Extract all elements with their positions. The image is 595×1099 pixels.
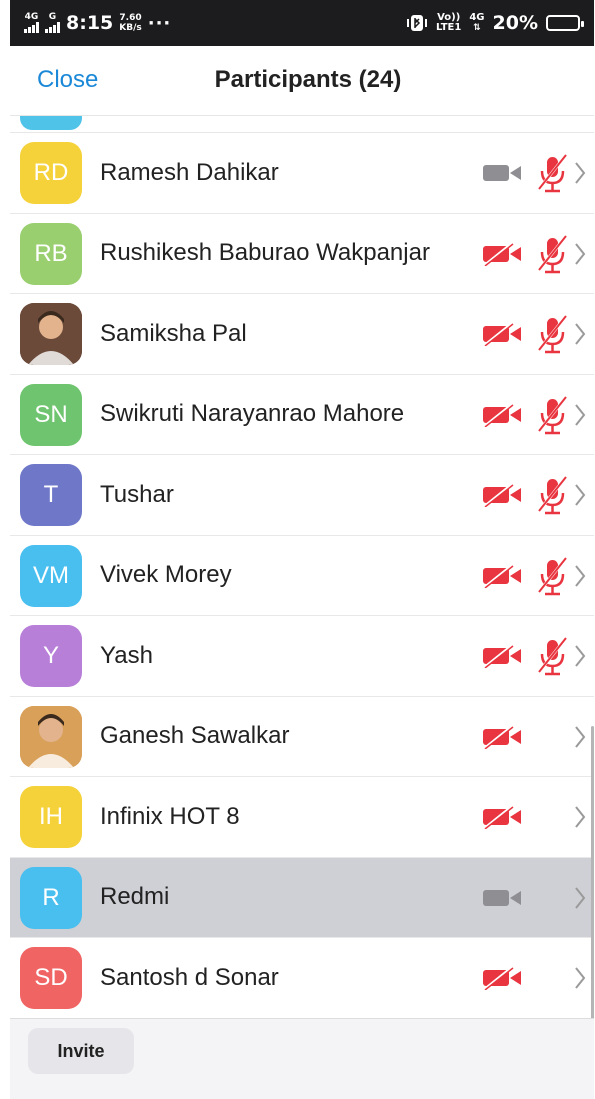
video-off-icon (482, 805, 522, 830)
participants-footer: Invite (10, 1018, 594, 1099)
avatar-initials: RB (34, 239, 68, 267)
participant-name: Swikruti Narayanrao Mahore (100, 400, 405, 428)
video-off-icon (482, 563, 522, 589)
avatar-initials: T (43, 481, 59, 508)
participant-row[interactable]: Y Yash (10, 616, 594, 697)
participant-row[interactable]: T Tushar (10, 455, 594, 536)
avatar-initials: SN (34, 400, 68, 428)
sim2-network-label: G (48, 12, 57, 22)
participant-row[interactable]: Samiksha Pal (10, 294, 594, 375)
avatar: RB (20, 222, 82, 285)
video-off-icon (482, 966, 522, 991)
signal-sim1-icon: 4G (24, 13, 39, 33)
avatar: T (20, 464, 82, 526)
list-item-partial[interactable] (10, 116, 594, 133)
avatar-initials: RD (33, 159, 69, 186)
participant-row[interactable]: RB Rushikesh Baburao Wakpanjar (10, 214, 594, 294)
video-off-icon (482, 644, 522, 669)
avatar-initials: R (42, 883, 60, 911)
network-speed: 7.60 KB/s (119, 13, 141, 33)
chevron-right-icon (573, 159, 587, 187)
participants-header: Close Participants (24) (10, 46, 594, 116)
scrollbar[interactable] (591, 726, 594, 1018)
participant-row[interactable]: RD Ramesh Dahikar (10, 133, 594, 214)
participant-row[interactable]: VM Vivek Morey (10, 536, 594, 616)
participant-name: Infinix HOT 8 (100, 802, 240, 830)
participant-row[interactable]: R Redmi (10, 857, 594, 938)
network-speed-value: 7.60 (119, 13, 142, 23)
avatar (20, 303, 82, 365)
mic-muted-icon (536, 314, 570, 354)
chevron-right-icon (573, 642, 587, 670)
data-4g-indicator: 4G ⇅ (469, 12, 485, 34)
chevron-right-icon (573, 320, 587, 348)
profile-photo-icon (20, 705, 82, 768)
video-camera-icon (482, 886, 522, 910)
participant-list[interactable]: RD Ramesh Dahikar RB Rushikesh Baburao Wakp… (10, 116, 594, 1018)
profile-photo-icon (20, 303, 82, 365)
bluetooth-vibrate-icon (407, 15, 428, 31)
video-off-icon (482, 724, 522, 750)
volte-indicator: Vo)) LTE1 (436, 13, 461, 33)
participant-name: Samiksha Pal (100, 319, 247, 347)
participant-name: Redmi (100, 883, 170, 911)
more-notifications-icon: ··· (147, 12, 172, 34)
video-camera-icon (482, 161, 522, 185)
signal-sim2-icon: G (45, 13, 60, 33)
avatar: IH (20, 786, 82, 848)
sim1-network-label: 4G (24, 12, 39, 22)
participant-row[interactable]: SN Swikruti Narayanrao Mahore (10, 375, 594, 455)
video-off-icon (482, 241, 522, 267)
network-speed-unit: KB/s (119, 23, 142, 33)
avatar (20, 705, 82, 768)
avatar-initials: SD (34, 964, 68, 991)
participant-name: Ganesh Sawalkar (100, 722, 290, 750)
participant-name: Tushar (100, 480, 174, 508)
battery-icon (546, 15, 584, 31)
chevron-right-icon (573, 240, 587, 268)
participant-row[interactable]: SD Santosh d Sonar (10, 938, 594, 1018)
participant-name: Rushikesh Baburao Wakpanjar (100, 239, 430, 267)
data-4g-label: 4G (469, 12, 485, 23)
chevron-right-icon (573, 723, 587, 751)
mic-muted-icon (536, 234, 570, 274)
clock: 8:15 (66, 12, 114, 34)
avatar: SD (20, 947, 82, 1009)
mic-muted-icon (536, 153, 570, 193)
avatar: RD (20, 142, 82, 204)
video-off-icon (482, 402, 522, 428)
mic-muted-icon (536, 556, 570, 596)
mic-muted-icon (536, 475, 570, 515)
video-off-icon (482, 483, 522, 508)
participant-name: Ramesh Dahikar (100, 158, 279, 186)
avatar: VM (20, 544, 82, 607)
battery-percent: 20% (492, 12, 538, 34)
invite-button[interactable]: Invite (28, 1028, 134, 1074)
participant-name: Yash (100, 641, 153, 669)
chevron-right-icon (573, 401, 587, 429)
chevron-right-icon (573, 481, 587, 509)
chevron-right-icon (573, 803, 587, 831)
mic-muted-icon (536, 395, 570, 435)
participant-row[interactable]: Ganesh Sawalkar (10, 697, 594, 777)
avatar: R (20, 866, 82, 929)
mic-muted-icon (536, 636, 570, 676)
video-off-icon (482, 322, 522, 347)
chevron-right-icon (573, 562, 587, 590)
avatar-initials: VM (33, 561, 69, 589)
volte-bottom-label: LTE1 (436, 22, 462, 33)
avatar: SN (20, 383, 82, 446)
participant-row[interactable]: IH Infinix HOT 8 (10, 777, 594, 858)
avatar: Y (20, 625, 82, 687)
avatar (20, 116, 82, 130)
participant-name: Vivek Morey (100, 561, 232, 589)
avatar-initials: Y (42, 642, 59, 669)
status-bar: 4G G 8:15 7.60 KB/s ··· Vo)) LTE1 4G ⇅ 2… (10, 0, 594, 46)
chevron-right-icon (573, 964, 587, 992)
page-title: Participants (24) (214, 66, 402, 93)
chevron-right-icon (573, 884, 587, 912)
avatar-initials: IH (39, 803, 63, 830)
participant-name: Santosh d Sonar (100, 963, 279, 991)
